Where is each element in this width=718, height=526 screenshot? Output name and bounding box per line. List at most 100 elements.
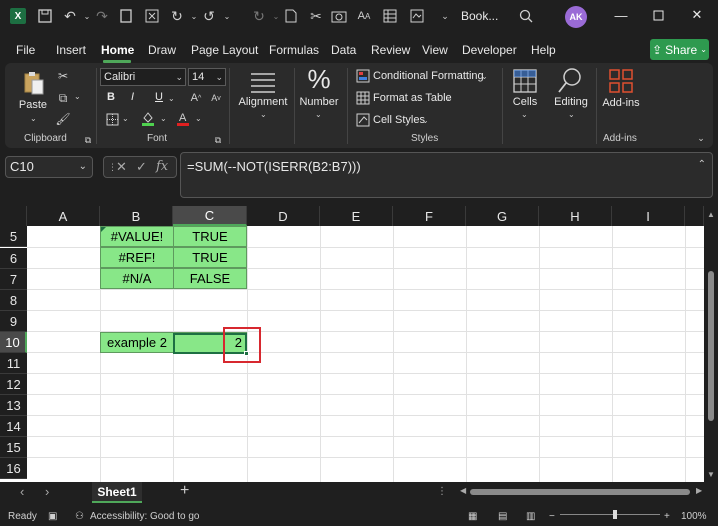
font-color-dropdown-icon[interactable]: ⌄	[195, 114, 202, 123]
column-header-h[interactable]: H	[539, 206, 612, 226]
zoom-out-button[interactable]: −	[549, 511, 555, 522]
column-header-d[interactable]: D	[247, 206, 320, 226]
zoom-in-button[interactable]: +	[664, 511, 670, 522]
scroll-up-icon[interactable]: ▲	[707, 210, 715, 219]
menu-page-layout[interactable]: Page Layout	[191, 43, 258, 57]
menu-formulas[interactable]: Formulas	[269, 43, 319, 57]
share-button[interactable]: ⇪ Share ⌄	[650, 39, 709, 60]
add-ins-icon[interactable]	[608, 68, 634, 94]
column-header-c[interactable]: C	[173, 206, 247, 226]
menu-view[interactable]: View	[422, 43, 448, 57]
font-size-icon[interactable]: AA	[355, 7, 373, 25]
editing-label[interactable]: Editing	[551, 96, 591, 108]
menu-home[interactable]: Home	[101, 43, 134, 57]
underline-button[interactable]: U	[155, 91, 163, 103]
cell-styles-icon[interactable]	[355, 112, 371, 128]
number-label[interactable]: Number	[297, 96, 341, 108]
paste-label[interactable]: Paste	[17, 99, 49, 111]
menu-insert[interactable]: Insert	[56, 43, 86, 57]
column-header-b[interactable]: B	[100, 206, 173, 226]
formula-input[interactable]: =SUM(--NOT(ISERR(B2:B7))) ⌃	[180, 152, 713, 198]
paste-dropdown-icon[interactable]: ⌄	[30, 114, 37, 123]
tab-split-handle-icon[interactable]: ⋮	[437, 486, 447, 497]
horizontal-scroll-thumb[interactable]	[470, 489, 690, 495]
font-name-select[interactable]: Calibri ⌄	[100, 68, 186, 86]
cell-b10[interactable]: example 2	[100, 332, 174, 353]
number-dropdown-icon[interactable]: ⌄	[315, 110, 322, 119]
zoom-level[interactable]: 100%	[681, 511, 707, 522]
zoom-slider-knob[interactable]	[613, 510, 617, 519]
horizontal-scrollbar[interactable]: ◀ ▶	[460, 486, 704, 497]
spreadsheet-grid[interactable]: A B C D E F G H I 5 6 7 8 9 10 11 12 13 …	[0, 206, 704, 482]
menu-draw[interactable]: Draw	[148, 43, 176, 57]
borders-dropdown-icon[interactable]: ⌄	[122, 114, 129, 123]
menu-data[interactable]: Data	[331, 43, 356, 57]
sheet-tab-sheet1[interactable]: Sheet1	[92, 482, 142, 503]
search-icon[interactable]	[517, 7, 535, 25]
column-header-g[interactable]: G	[466, 206, 539, 226]
alignment-label[interactable]: Alignment	[235, 96, 291, 108]
close-icon[interactable]: ✕	[684, 4, 710, 26]
row-header-13[interactable]: 13	[0, 395, 27, 416]
column-header-partial[interactable]	[685, 206, 704, 226]
table-icon[interactable]	[381, 7, 399, 25]
page-layout-view-icon[interactable]: ▤	[498, 511, 507, 522]
cell-b6[interactable]: #REF!	[100, 247, 174, 268]
cells-dropdown-icon[interactable]: ⌄	[521, 110, 528, 119]
vertical-scrollbar[interactable]: ▲ ▼	[704, 206, 718, 482]
fill-color-icon[interactable]	[140, 110, 156, 126]
accessibility-icon[interactable]: ⚇	[75, 511, 84, 522]
bold-button[interactable]: B	[107, 91, 115, 103]
scroll-left-icon[interactable]: ◀	[460, 486, 466, 495]
menu-help[interactable]: Help	[531, 43, 556, 57]
alignment-dropdown-icon[interactable]: ⌄	[260, 110, 267, 119]
editing-search-icon[interactable]	[557, 67, 583, 95]
menu-file[interactable]: File	[16, 43, 35, 57]
row-header-9[interactable]: 9	[0, 311, 27, 332]
clipboard-launcher-icon[interactable]: ⧉	[80, 132, 96, 148]
cell-c5[interactable]: TRUE	[173, 226, 247, 247]
row-header-10[interactable]: 10	[0, 332, 27, 353]
alignment-icon[interactable]	[250, 70, 276, 94]
next-sheet-icon[interactable]: ›	[45, 484, 49, 499]
menu-developer[interactable]: Developer	[462, 43, 517, 57]
fill-color-dropdown-icon[interactable]: ⌄	[160, 114, 167, 123]
column-header-i[interactable]: I	[612, 206, 685, 226]
scroll-right-icon[interactable]: ▶	[696, 486, 702, 495]
row-header-8[interactable]: 8	[0, 290, 27, 311]
conditional-formatting-icon[interactable]	[355, 68, 371, 84]
menu-review[interactable]: Review	[371, 43, 410, 57]
camera-icon[interactable]	[330, 7, 348, 25]
error-indicator-icon[interactable]	[101, 227, 106, 232]
avatar[interactable]: AK	[565, 6, 587, 28]
cells-label[interactable]: Cells	[508, 96, 542, 108]
insert-function-icon[interactable]: fx	[156, 159, 168, 174]
paste-icon[interactable]	[22, 70, 46, 96]
row-header-5[interactable]: 5	[0, 226, 27, 247]
cell-b5[interactable]: #VALUE!	[100, 226, 174, 247]
format-as-table-dropdown-icon[interactable]: ⌄	[446, 94, 453, 103]
zoom-slider-track[interactable]	[560, 514, 660, 515]
select-all-corner[interactable]	[0, 206, 27, 226]
scroll-down-icon[interactable]: ▼	[707, 470, 715, 479]
row-header-16[interactable]: 16	[0, 458, 27, 479]
page-break-view-icon[interactable]: ▥	[526, 511, 535, 522]
copy-icon[interactable]: ⧉	[55, 90, 71, 106]
collapse-ribbon-icon[interactable]: ⌄	[693, 130, 709, 146]
maximize-icon[interactable]	[645, 4, 671, 26]
new-document-icon[interactable]	[117, 7, 135, 25]
cancel-formula-icon[interactable]: ✕	[116, 159, 127, 175]
italic-button[interactable]: I	[131, 91, 134, 103]
editing-dropdown-icon[interactable]: ⌄	[568, 110, 575, 119]
macro-record-icon[interactable]: ▣	[48, 511, 57, 522]
row-header-15[interactable]: 15	[0, 437, 27, 458]
column-header-e[interactable]: E	[320, 206, 393, 226]
number-percent-icon[interactable]: %	[306, 64, 332, 95]
decrease-font-icon[interactable]: Av	[208, 90, 224, 106]
row-header-6[interactable]: 6	[0, 248, 27, 269]
copy-dropdown-icon[interactable]: ⌄	[74, 92, 81, 101]
increase-font-icon[interactable]: A ^	[188, 90, 204, 106]
row-header-14[interactable]: 14	[0, 416, 27, 437]
format-as-table-icon[interactable]	[355, 90, 371, 106]
row-header-7[interactable]: 7	[0, 269, 27, 290]
